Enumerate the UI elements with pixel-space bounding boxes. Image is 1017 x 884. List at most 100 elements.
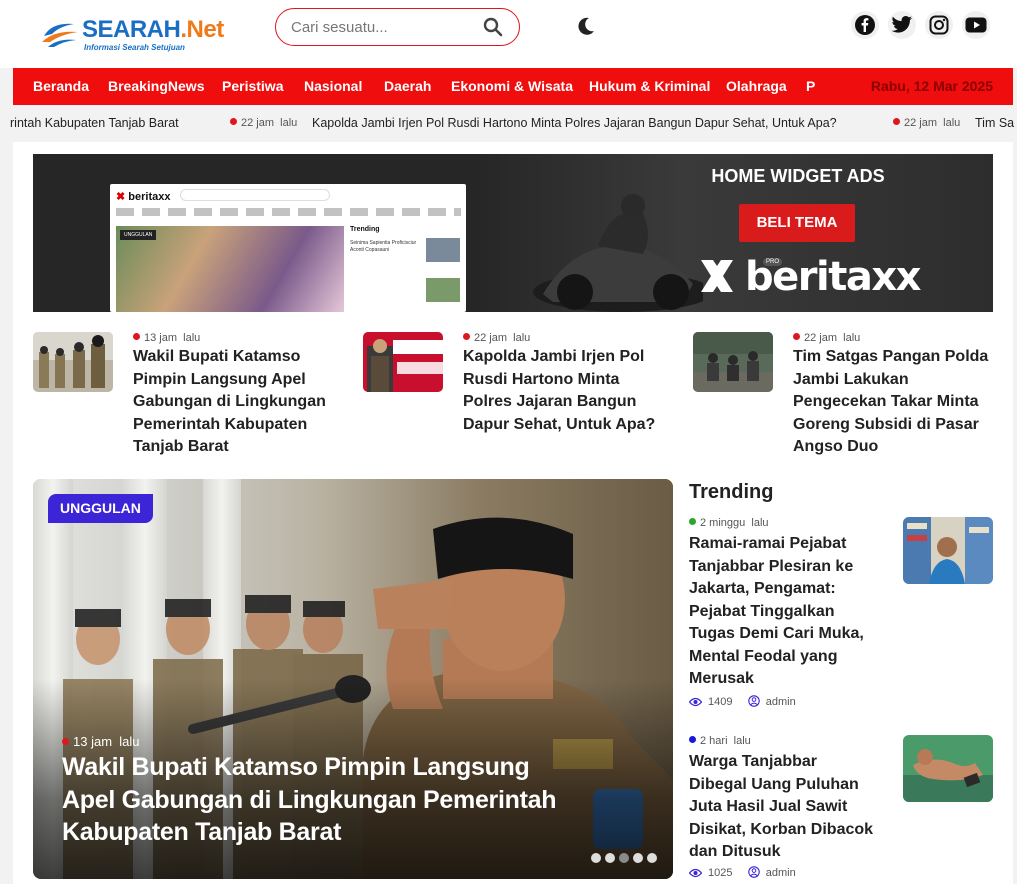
- trending-item[interactable]: 2 minggu lalu Ramai-ramai Pejabat Tanjab…: [688, 517, 993, 717]
- slider-dot[interactable]: [647, 853, 657, 863]
- trending-meta: 1409 admin: [688, 695, 796, 708]
- ad-preview-trending: Trending: [350, 226, 380, 233]
- ad-preview-nav: [116, 208, 461, 216]
- trending-time: 2 hari lalu: [689, 735, 751, 747]
- news-time: 22 jam lalu: [793, 332, 860, 344]
- nav-item-hukum-kriminal[interactable]: Hukum & Kriminal: [589, 78, 710, 94]
- trending-time-suffix: lalu: [751, 517, 769, 529]
- ad-brand-logo: PRO beritaxx: [697, 254, 921, 300]
- hero-time: 13 jam lalu: [62, 734, 140, 749]
- motorbike-image: [533, 194, 703, 312]
- trending-title[interactable]: Ramai-ramai Pejabat Tanjabbar Plesiran k…: [689, 533, 879, 691]
- hero-time-value: 13 jam: [73, 734, 113, 749]
- trending-time: 2 minggu lalu: [689, 517, 769, 529]
- trending-views: 1025: [708, 867, 733, 879]
- news-time: 13 jam lalu: [133, 332, 200, 344]
- slider-dot[interactable]: [591, 853, 601, 863]
- hero-slider[interactable]: UNGGULAN 13 jam lalu Wakil Bupati Katams…: [33, 479, 673, 879]
- news-thumbnail[interactable]: [363, 332, 443, 392]
- youtube-icon[interactable]: [962, 11, 990, 39]
- ad-preview-logo: ✖ beritaxx: [116, 191, 171, 203]
- news-time-suffix: lalu: [513, 332, 531, 344]
- trending-author[interactable]: admin: [766, 867, 796, 879]
- news-time-value: 22 jam: [804, 332, 838, 344]
- ticker-title[interactable]: rintah Kabupaten Tanjab Barat: [10, 116, 179, 130]
- ad-brand-text: beritaxx: [745, 254, 921, 300]
- news-time-value: 13 jam: [144, 332, 178, 344]
- eye-icon: [688, 868, 703, 878]
- nav-item-daerah[interactable]: Daerah: [384, 78, 431, 94]
- ticker-time: 22 jam lalu: [893, 117, 960, 129]
- hero-time-suffix: lalu: [119, 734, 140, 749]
- featured-badge[interactable]: UNGGULAN: [48, 494, 153, 523]
- user-icon: [748, 695, 760, 707]
- nav-item-breakingnews[interactable]: BreakingNews: [108, 78, 204, 94]
- instagram-icon[interactable]: [925, 11, 953, 39]
- ticker-title[interactable]: Tim Sa: [975, 116, 1014, 130]
- news-thumbnail[interactable]: [693, 332, 773, 392]
- news-card[interactable]: 13 jam lalu Wakil Bupati Katamso Pimpin …: [33, 330, 343, 460]
- nav-item-more[interactable]: P: [806, 78, 815, 94]
- news-title[interactable]: Tim Satgas Pangan Polda Jambi Lakukan Pe…: [793, 346, 993, 459]
- trending-thumbnail[interactable]: [903, 735, 993, 802]
- ad-preview-thumb: [426, 238, 460, 262]
- twitter-icon[interactable]: [888, 11, 916, 39]
- ad-preview-logo-text: beritaxx: [128, 191, 171, 203]
- ad-preview-screenshot: ✖ beritaxx UNGGULAN Trending Seinima Sap…: [110, 184, 466, 312]
- ad-brand-mark-icon: [701, 260, 733, 292]
- eye-icon: [688, 697, 703, 707]
- ad-heading: HOME WIDGET ADS: [711, 166, 885, 186]
- main-content: ✖ beritaxx UNGGULAN Trending Seinima Sap…: [13, 142, 1013, 884]
- trending-meta: 1025 admin: [688, 866, 796, 879]
- user-icon: [748, 866, 760, 878]
- nav-item-ekonomi-wisata[interactable]: Ekonomi & Wisata: [451, 78, 573, 94]
- trending-title[interactable]: Warga Tanjabbar Dibegal Uang Puluhan Jut…: [689, 751, 879, 864]
- main-nav: Beranda BreakingNews Peristiwa Nasional …: [13, 68, 1013, 105]
- news-title[interactable]: Kapolda Jambi Irjen Pol Rusdi Hartono Mi…: [463, 346, 663, 436]
- news-time-value: 22 jam: [474, 332, 508, 344]
- ad-preview-search: [180, 189, 330, 201]
- logo-tagline: Informasi Searah Setujuan: [84, 43, 185, 52]
- search-box: [275, 8, 520, 46]
- slider-dot[interactable]: [633, 853, 643, 863]
- logo-name: SEARAH: [82, 16, 181, 43]
- moon-icon[interactable]: [576, 16, 596, 36]
- nav-item-beranda[interactable]: Beranda: [33, 78, 89, 94]
- ad-preview-item: Seinima Sapientia Proficisciur Aconti Co…: [350, 240, 417, 253]
- ticker-time-value: 22 jam: [241, 117, 275, 129]
- slider-dot[interactable]: [605, 853, 615, 863]
- nav-item-peristiwa[interactable]: Peristiwa: [222, 78, 283, 94]
- news-card[interactable]: 22 jam lalu Kapolda Jambi Irjen Pol Rusd…: [363, 330, 673, 460]
- logo-title: SEARAH.Net: [82, 16, 224, 44]
- trending-time-value: 2 hari: [700, 735, 728, 747]
- news-title[interactable]: Wakil Bupati Katamso Pimpin Langsung Ape…: [133, 346, 333, 459]
- trending-thumbnail[interactable]: [903, 517, 993, 584]
- slider-dot-active[interactable]: [619, 853, 629, 863]
- slider-pagination: [587, 850, 657, 863]
- trending-heading: Trending: [689, 481, 774, 503]
- logo-mark-icon: [42, 23, 78, 47]
- facebook-icon[interactable]: [851, 11, 879, 39]
- ticker-time-suffix: lalu: [280, 117, 298, 129]
- search-icon[interactable]: [483, 17, 503, 37]
- trending-item[interactable]: 2 hari lalu Warga Tanjabbar Dibegal Uang…: [688, 735, 993, 884]
- ad-buy-button[interactable]: BELI TEMA: [739, 204, 855, 242]
- news-ticker: rintah Kabupaten Tanjab Barat 22 jam lal…: [0, 105, 1017, 142]
- ad-preview-thumb: [426, 278, 460, 302]
- ticker-time: 22 jam lalu: [230, 117, 297, 129]
- ticker-title[interactable]: Kapolda Jambi Irjen Pol Rusdi Hartono Mi…: [312, 116, 837, 130]
- ticker-time-value: 22 jam: [904, 117, 938, 129]
- site-logo[interactable]: SEARAH.Net Informasi Searah Setujuan: [38, 14, 224, 54]
- nav-item-nasional[interactable]: Nasional: [304, 78, 362, 94]
- ticker-time-suffix: lalu: [943, 117, 961, 129]
- hero-title[interactable]: Wakil Bupati Katamso Pimpin Langsung Ape…: [62, 751, 562, 849]
- search-input[interactable]: [291, 17, 471, 37]
- trending-author[interactable]: admin: [766, 696, 796, 708]
- current-date: Rabu, 12 Mar 2025: [870, 78, 993, 94]
- news-thumbnail[interactable]: [33, 332, 113, 392]
- news-card[interactable]: 22 jam lalu Tim Satgas Pangan Polda Jamb…: [693, 330, 1003, 460]
- trending-time-value: 2 minggu: [700, 517, 746, 529]
- news-time-suffix: lalu: [183, 332, 201, 344]
- ad-banner[interactable]: ✖ beritaxx UNGGULAN Trending Seinima Sap…: [33, 154, 993, 312]
- nav-item-olahraga[interactable]: Olahraga: [726, 78, 787, 94]
